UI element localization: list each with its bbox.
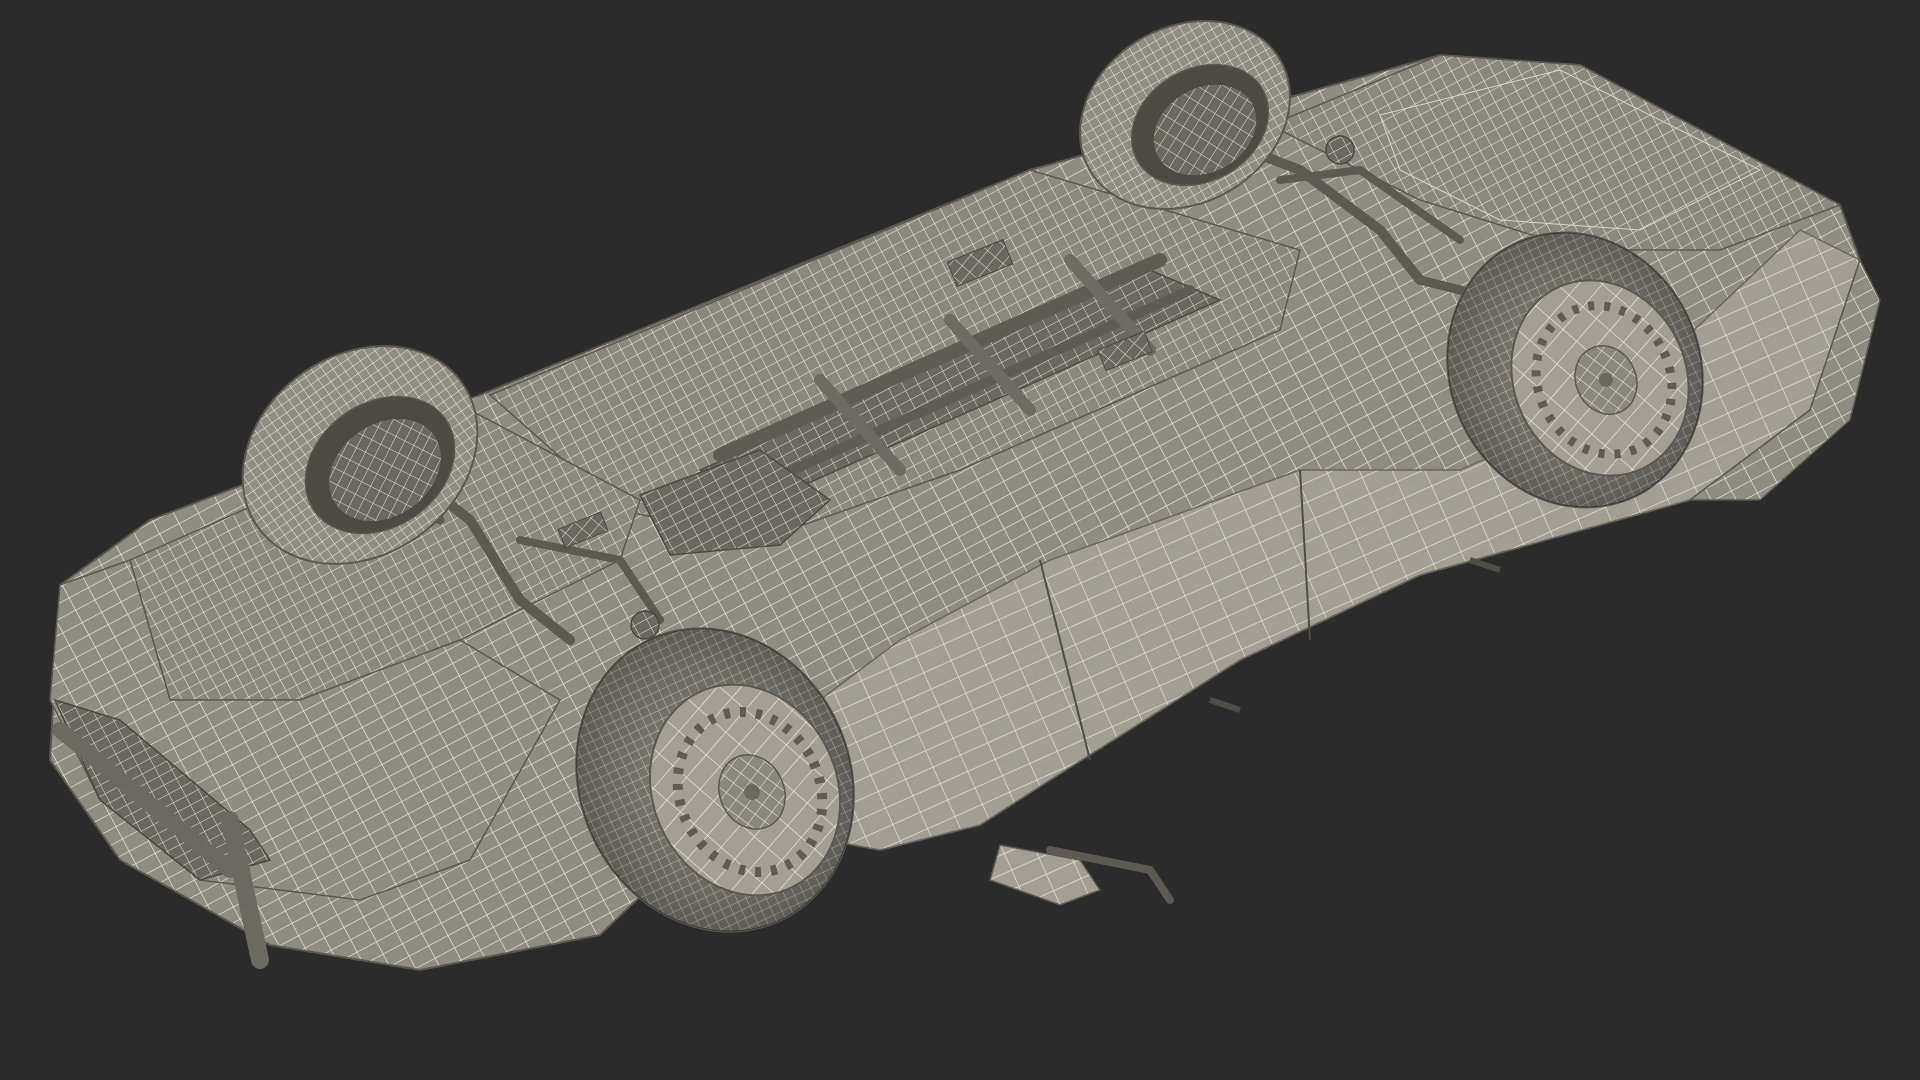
wireframe-car-render [48, 20, 1881, 972]
render-viewport [0, 0, 1920, 1080]
